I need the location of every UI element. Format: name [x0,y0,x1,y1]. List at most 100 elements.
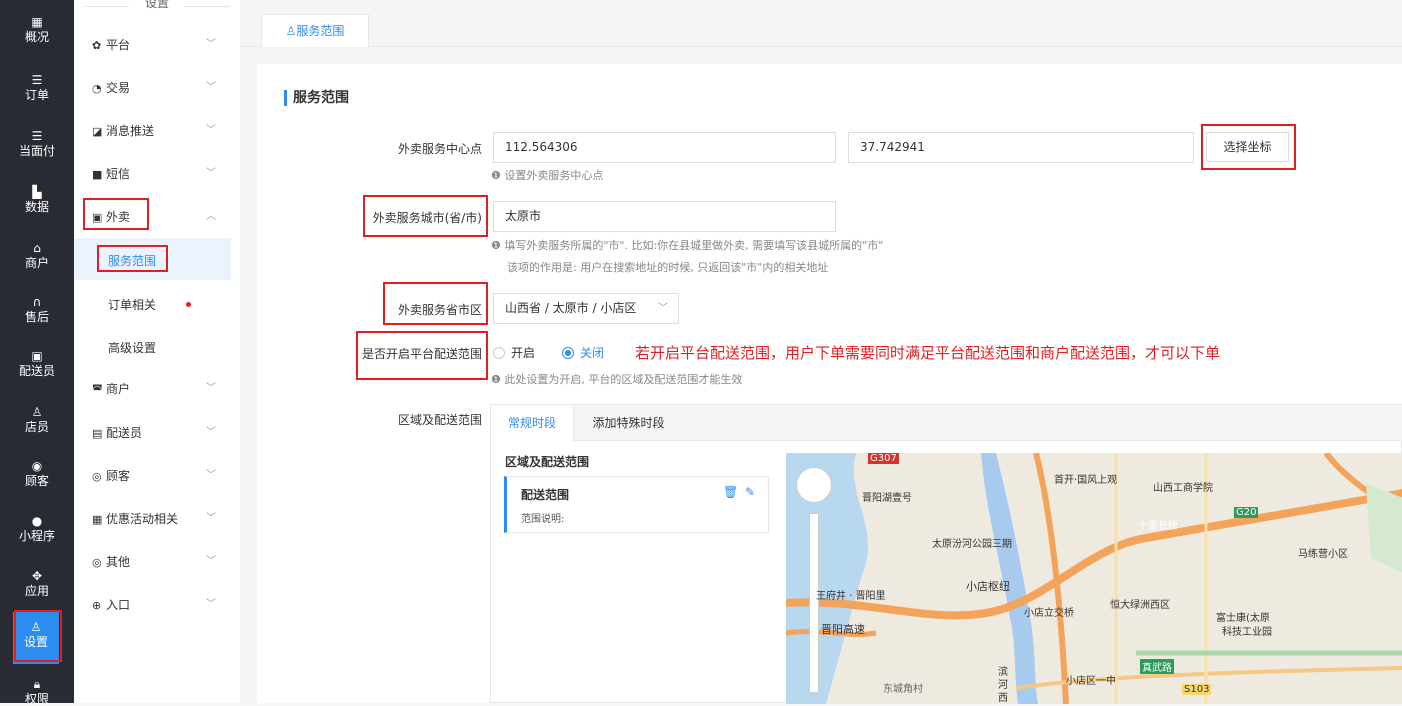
sidebar-item-customer[interactable]: ◎ 顾客 ﹀ [92,467,232,485]
leftbar-item-face-pay[interactable]: ☰ 当面付 [0,130,74,158]
range-item-desc: 范围说明: [521,514,565,525]
wechat-icon: ● [31,514,43,528]
staff-icon: ♙ [31,405,43,419]
store-icon: ⌂ [33,241,41,255]
map-label-14: 小店立交桥 [1024,608,1074,619]
leftbar-item-courier[interactable]: ▣ 配送员 [0,350,74,378]
sidebar-sub-order[interactable]: 订单相关 [108,296,156,313]
sidebar-item-sms[interactable]: ■ 短信 ﹀ [92,165,232,183]
sidebar-title: 设置 [74,0,240,11]
map-label-18: 东城角村 [883,684,923,695]
platform-range-help: ❶ 此处设置为开启, 平台的区域及配送范围才能生效 [491,373,743,386]
longitude-input[interactable]: 112.564306 [493,132,836,163]
leftbar-item-data[interactable]: ▙ 数据 [0,186,74,214]
customer-icon: ◉ [31,459,43,473]
sidebar-item-other[interactable]: ◎ 其他 ﹀ [92,553,232,571]
leftbar-item-orders[interactable]: ☰ 订单 [0,74,74,102]
store-icon: ◚ [92,383,103,396]
left-navbar: ▦ 概况 ☰ 订单 ☰ 当面付 ▙ 数据 ⌂ 商户 ∩ 售后 ▣ 配送员 ♙ 店员 ◉ 顾客 ● 小… [0,0,74,706]
highlight-box-select-coord [1201,124,1296,170]
sidebar-item-platform[interactable]: ✿ 平台 ﹀ [92,36,232,54]
highlight-box-city [363,195,488,237]
map-label-19: 小店区一中 [1066,676,1116,687]
map-label-21: S103 [1182,684,1212,695]
city-help-2: 该项的作用是: 用户在搜索地址的时候, 只返回该"市"内的相关地址 [507,261,829,274]
highlight-box-takeout [83,198,149,230]
tab-special[interactable]: 添加特殊时段 [581,405,676,441]
map-label-g307: G307 [868,453,899,464]
info-icon: ❶ [491,373,505,386]
other-icon: ◎ [92,556,102,569]
radio-circle-selected [562,347,574,359]
map-label-7: 太原汾河公园三期 [932,539,1012,550]
latitude-input[interactable]: 37.742941 [848,132,1194,163]
leftbar-item-permissions[interactable]: 🔒︎ 权限 [0,678,74,706]
radio-on[interactable]: 开启 [493,344,535,361]
sidebar-item-promotions[interactable]: ▦ 优惠活动相关 ﹀ [92,510,232,528]
leftbar-item-miniprogram[interactable]: ● 小程序 [0,515,74,543]
range-item[interactable]: 配送范围 范围说明: 🗑︎ ✎ [504,476,769,533]
dashboard-icon: ▦ [31,15,43,29]
map-view[interactable]: G307 晋阳湖壹号 首开·国风上观 山西工商学院 十里长桥 G20 马练营小区… [786,453,1402,704]
lock-icon: 🔒︎ [33,677,41,691]
tab-regular[interactable]: 常规时段 [491,405,574,441]
headset-icon: ∩ [32,295,42,309]
map-label-20: 真武路 [1140,659,1174,674]
highlight-box-settings [14,610,62,662]
leftbar-item-aftersales[interactable]: ∩ 售后 [0,296,74,324]
chevron-down-icon: ﹀ [206,556,216,567]
map-label-9: 王府井 · 晋阳里 [816,591,886,602]
map-label-1: 晋阳湖壹号 [862,493,912,504]
chevron-down-icon: ﹀ [206,470,216,481]
map-label-17: 西 [998,693,1008,704]
chevron-down-icon: ﹀ [206,383,216,394]
area-card: 常规时段 添加特殊时段 区域及配送范围 配送范围 范围说明: 🗑︎ ✎ G307… [490,404,1402,704]
chevron-down-icon: ﹀ [206,168,216,179]
chevron-down-icon: ﹀ [206,599,216,610]
center-label: 外卖服务中心点 [397,142,482,156]
highlight-box-service-range [97,245,168,272]
gear-icon: ✿ [92,39,102,52]
chevron-down-icon: ﹀ [658,303,668,314]
leftbar-item-overview[interactable]: ▦ 概况 [0,16,74,44]
leftbar-item-apps[interactable]: ✥ 应用 [0,570,74,598]
gift-icon: ▦ [92,513,103,526]
sidebar-item-trade[interactable]: ◔ 交易 ﹀ [92,79,232,97]
bar-chart-icon: ▙ [32,185,42,199]
notification-dot [186,302,191,307]
leftbar-item-staff[interactable]: ♙ 店员 [0,406,74,434]
trash-icon[interactable]: 🗑︎ [723,485,738,499]
range-list-title: 区域及配送范围 [505,455,590,469]
map-label-12: 科技工业园 [1222,627,1272,638]
map-label-3: 山西工商学院 [1153,483,1213,494]
info-icon: ❶ [491,239,505,252]
sidebar-item-entry[interactable]: ⊕ 入口 ﹀ [92,596,232,614]
range-item-title: 配送范围 [521,488,570,502]
edit-icon[interactable]: ✎ [745,485,755,499]
chevron-down-icon: ﹀ [206,427,216,438]
region-select[interactable]: 山西省 / 太原市 / 小店区 ﹀ [493,293,679,324]
sidebar-item-push[interactable]: ◪ 消息推送 ﹀ [92,122,232,140]
radio-circle [493,347,505,359]
leftbar-item-customer[interactable]: ◉ 顾客 [0,460,74,488]
sidebar-item-courier[interactable]: ▤ 配送员 ﹀ [92,424,232,442]
map-pan-icon[interactable] [796,467,832,503]
section-title: 服务范围 [284,90,349,106]
tab-service-range[interactable]: ♙服务范围 [261,14,369,47]
info-icon: ❶ [491,169,505,182]
highlight-box-region [383,282,488,325]
map-zoom-control[interactable] [796,467,832,693]
area-tabs: 常规时段 添加特殊时段 [491,405,1402,441]
city-input[interactable]: 太原市 [493,201,836,232]
tab-bar: ♙服务范围 [240,0,1402,47]
leftbar-item-merchant[interactable]: ⌂ 商户 [0,242,74,270]
map-zoom-slider[interactable] [809,513,819,693]
sidebar-item-merchant[interactable]: ◚ 商户 ﹀ [92,380,232,398]
radio-off[interactable]: 关闭 [562,344,604,361]
delivery-icon: ▣ [31,349,43,363]
customer-icon: ◎ [92,470,102,483]
delivery-icon: ▤ [92,427,103,440]
apps-icon: ✥ [31,569,43,583]
map-label-4: 十里长桥 [1138,521,1178,532]
sidebar-sub-advanced[interactable]: 高级设置 [108,339,156,356]
